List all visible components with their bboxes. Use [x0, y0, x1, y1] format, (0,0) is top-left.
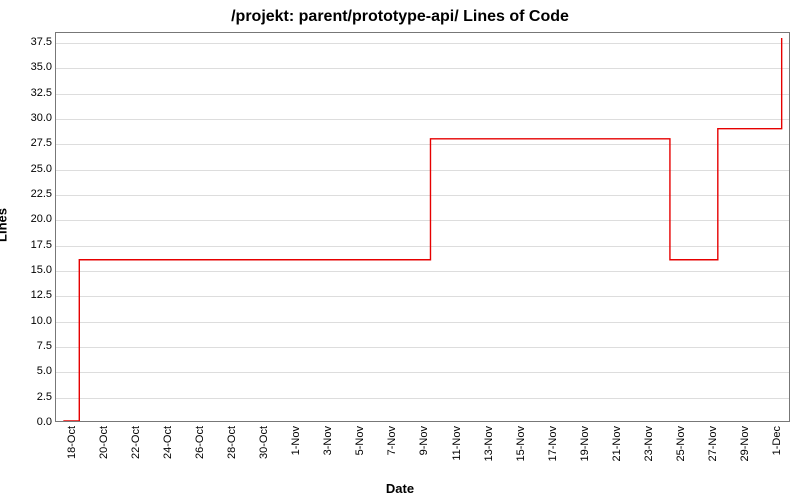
- x-tick-label: 3-Nov: [322, 426, 334, 455]
- x-tick-label: 1-Dec: [771, 426, 783, 455]
- x-tick-label: 17-Nov: [547, 426, 559, 461]
- x-tick-label: 24-Oct: [162, 426, 174, 459]
- y-tick-label: 20.0: [12, 213, 52, 225]
- plot-area: [55, 32, 790, 422]
- y-tick-label: 17.5: [12, 239, 52, 251]
- x-tick-label: 23-Nov: [643, 426, 655, 461]
- y-tick-label: 0.0: [12, 416, 52, 428]
- y-tick-label: 10.0: [12, 315, 52, 327]
- x-tick-label: 5-Nov: [354, 426, 366, 455]
- chart-title: /projekt: parent/prototype-api/ Lines of…: [0, 8, 800, 26]
- y-axis-label: Lines: [0, 208, 10, 242]
- y-tick-label: 27.5: [12, 137, 52, 149]
- y-tick-label: 37.5: [12, 36, 52, 48]
- y-tick-label: 5.0: [12, 365, 52, 377]
- x-tick-label: 13-Nov: [483, 426, 495, 461]
- x-tick-label: 7-Nov: [386, 426, 398, 455]
- x-tick-label: 15-Nov: [515, 426, 527, 461]
- x-tick-label: 11-Nov: [451, 426, 463, 461]
- y-tick-label: 25.0: [12, 163, 52, 175]
- x-tick-label: 9-Nov: [418, 426, 430, 455]
- y-tick-label: 30.0: [12, 112, 52, 124]
- y-tick-label: 7.5: [12, 340, 52, 352]
- y-tick-label: 2.5: [12, 391, 52, 403]
- y-tick-label: 22.5: [12, 188, 52, 200]
- x-tick-label: 21-Nov: [611, 426, 623, 461]
- line-series: [56, 33, 789, 421]
- x-tick-label: 29-Nov: [739, 426, 751, 461]
- x-tick-label: 19-Nov: [579, 426, 591, 461]
- y-tick-label: 32.5: [12, 87, 52, 99]
- x-tick-label: 22-Oct: [130, 426, 142, 459]
- x-axis-label: Date: [0, 481, 800, 496]
- x-tick-label: 20-Oct: [98, 426, 110, 459]
- y-tick-label: 12.5: [12, 289, 52, 301]
- x-tick-label: 27-Nov: [707, 426, 719, 461]
- series-line: [63, 38, 781, 421]
- x-tick-label: 28-Oct: [226, 426, 238, 459]
- x-tick-label: 30-Oct: [258, 426, 270, 459]
- x-tick-label: 26-Oct: [194, 426, 206, 459]
- y-tick-label: 35.0: [12, 61, 52, 73]
- x-tick-label: 25-Nov: [675, 426, 687, 461]
- y-tick-label: 15.0: [12, 264, 52, 276]
- x-tick-label: 1-Nov: [290, 426, 302, 455]
- x-tick-label: 18-Oct: [66, 426, 78, 459]
